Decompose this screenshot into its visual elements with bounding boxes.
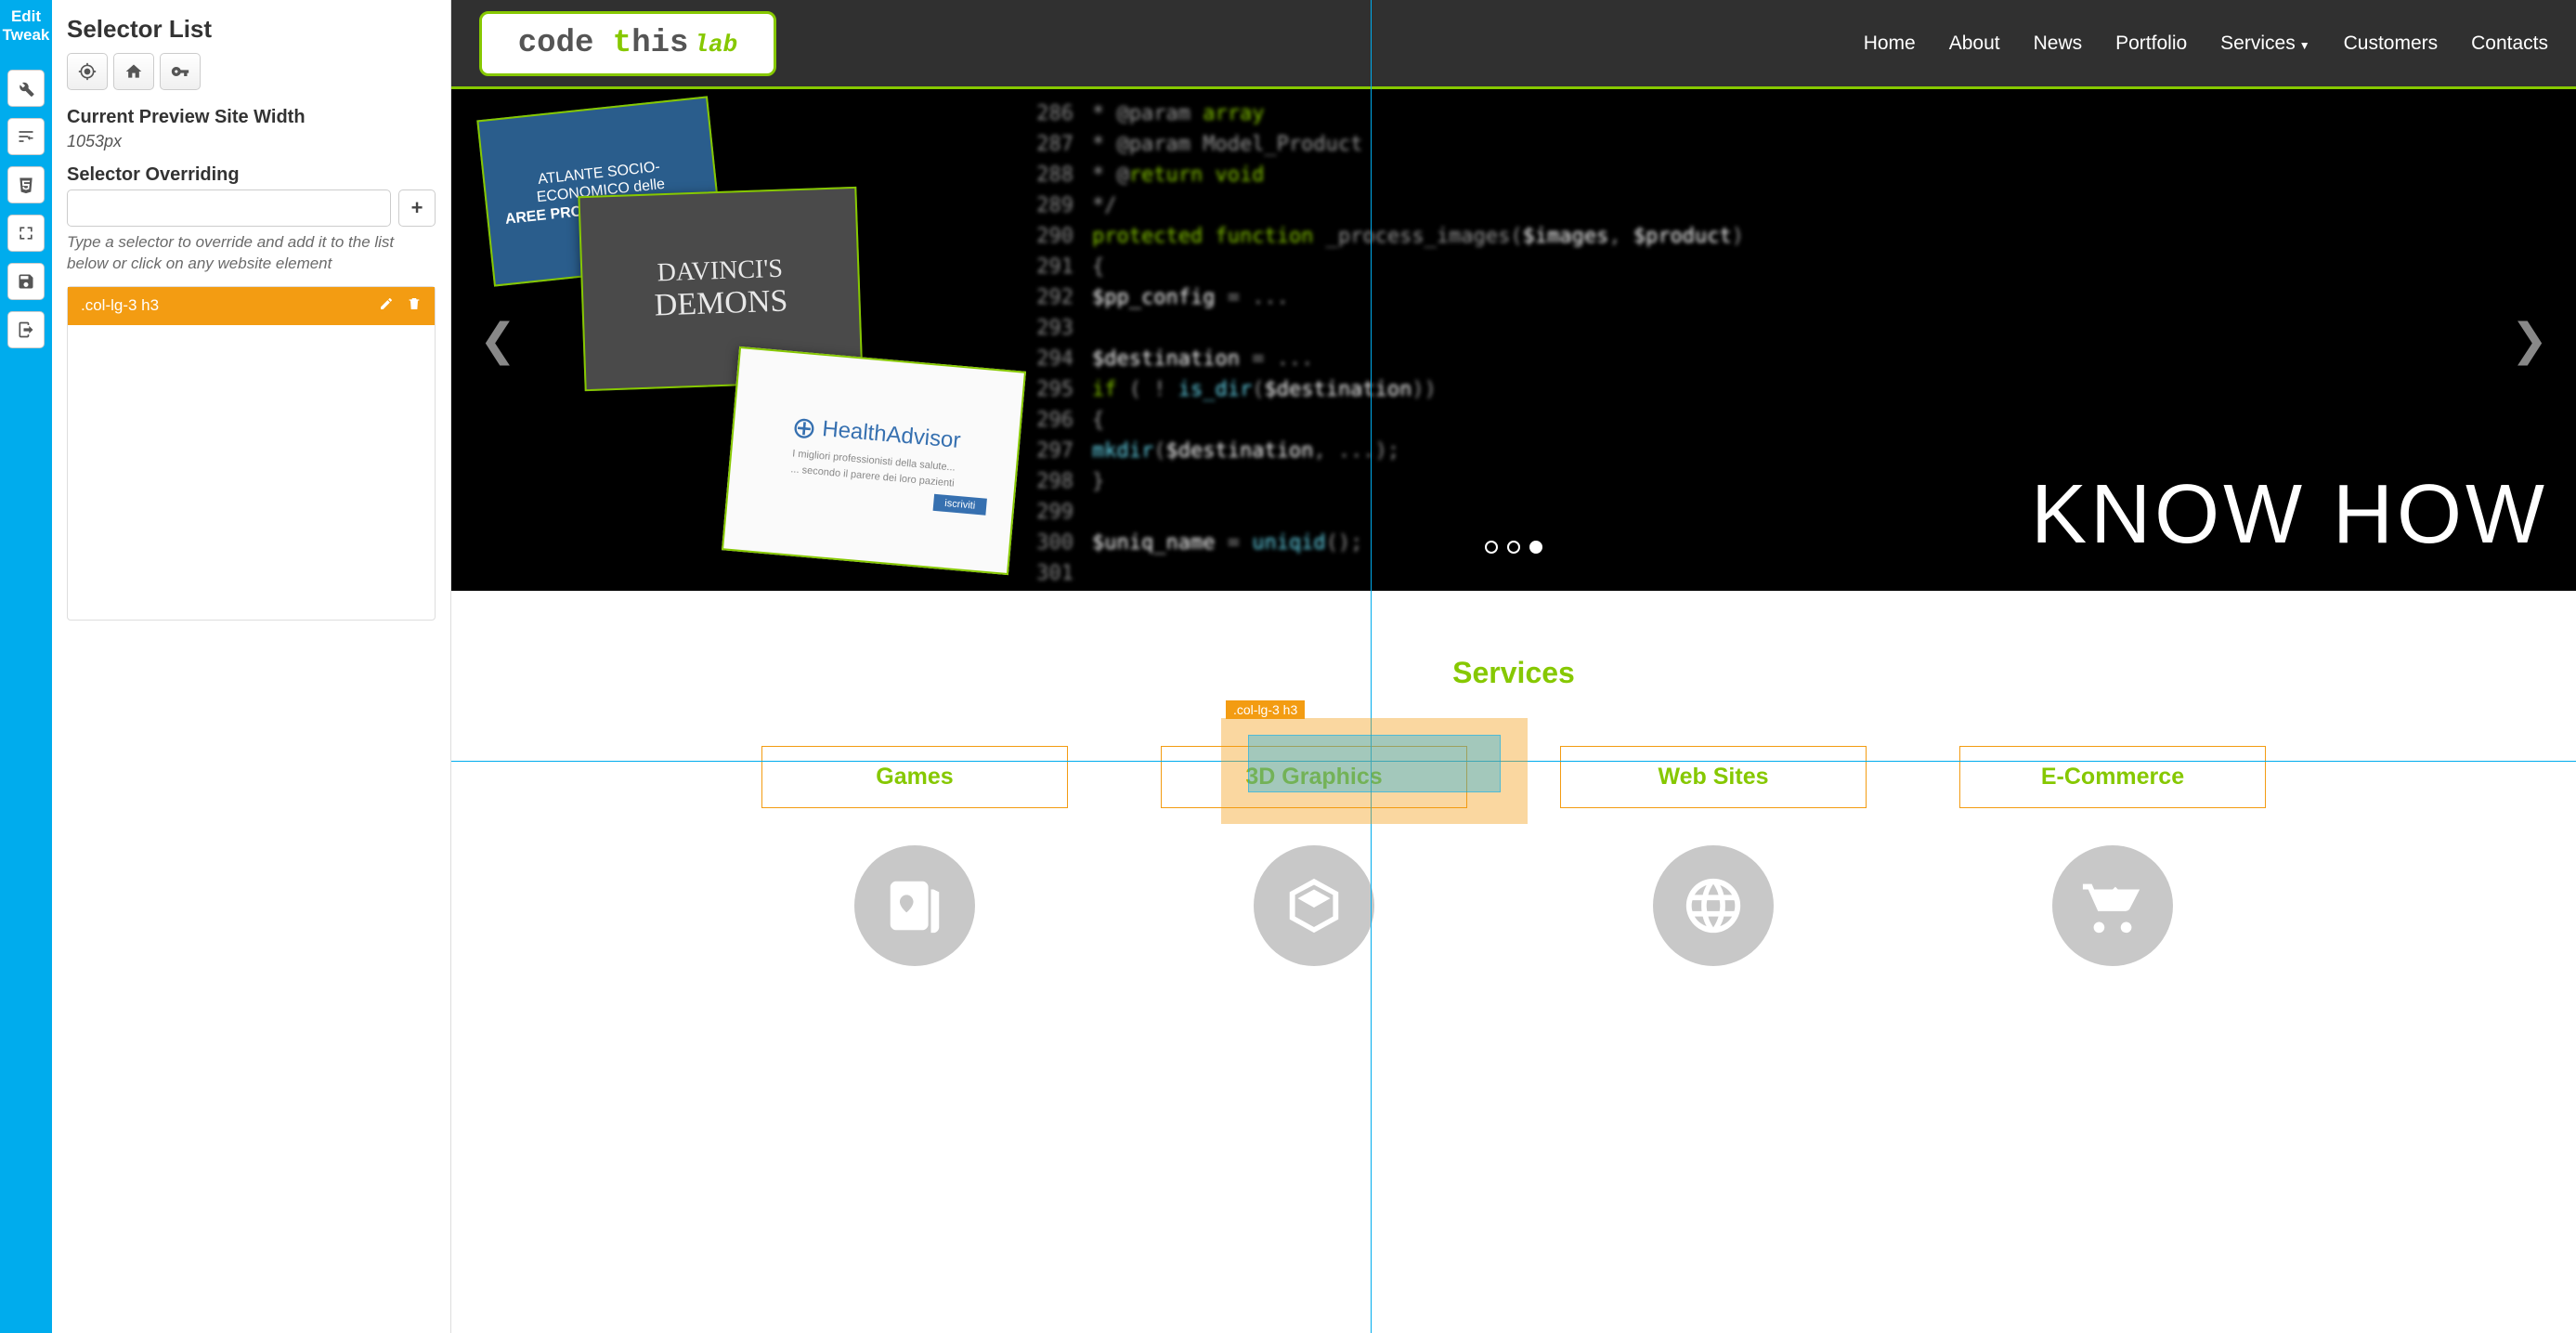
nav-contacts[interactable]: Contacts	[2471, 33, 2548, 55]
plus-icon: ⊕	[790, 409, 818, 446]
hero-artwork: ATLANTE SOCIO-ECONOMICO delle AREE PROTE…	[470, 98, 1046, 582]
logout-button[interactable]	[7, 311, 45, 348]
selector-panel: Selector List Current Preview Site Width…	[52, 0, 451, 1333]
hero-carousel: ❮ ❯ 286* @param array287* @param Model_P…	[451, 89, 2576, 591]
override-row: +	[67, 189, 436, 227]
css-button[interactable]	[7, 166, 45, 203]
carousel-dots	[1485, 541, 1542, 554]
web-icon-circle	[1653, 845, 1774, 966]
selector-item[interactable]: .col-lg-3 h3	[68, 287, 435, 325]
service-box-games[interactable]: Games	[761, 746, 1068, 808]
cart-icon	[2080, 873, 2145, 938]
logout-icon	[17, 320, 35, 339]
cube-icon	[1281, 873, 1347, 938]
globe-icon	[1681, 873, 1746, 938]
logo-text: code thislab	[518, 26, 737, 61]
preview-width-value: 1053px	[67, 132, 436, 151]
nav-services[interactable]: Services▼	[2220, 33, 2309, 55]
hero-title: KNOW HOW	[2031, 467, 2548, 563]
wrench-icon	[17, 79, 35, 98]
carousel-dot-2[interactable]	[1507, 541, 1520, 554]
home-icon	[124, 62, 143, 81]
logo-part-1: code	[518, 26, 594, 61]
carousel-dot-3[interactable]	[1529, 541, 1542, 554]
home-button[interactable]	[113, 53, 154, 90]
nav-portfolio[interactable]: Portfolio	[2115, 33, 2187, 55]
services-title: Services	[488, 656, 2539, 690]
nav-news[interactable]: News	[2034, 33, 2083, 55]
service-3d: 3D Graphics	[1161, 746, 1467, 966]
preview-frame: code thislab Home About News Portfolio S…	[451, 0, 2576, 1333]
site-logo[interactable]: code thislab	[479, 11, 776, 76]
cards-icon	[882, 873, 947, 938]
panel-title: Selector List	[67, 15, 436, 44]
tile-health: ⊕HealthAdvisor I migliori professionisti…	[722, 346, 1026, 575]
tile-2-line-1: DAVINCI'S	[657, 255, 783, 289]
selector-item-name: .col-lg-3 h3	[81, 296, 366, 315]
toolbar-title-l1: Edit	[3, 7, 50, 26]
crosshair-icon	[78, 62, 97, 81]
selector-list: .col-lg-3 h3	[67, 286, 436, 621]
service-ecommerce: E-Commerce	[1959, 746, 2266, 966]
nav-about[interactable]: About	[1949, 33, 2000, 55]
nav-links: Home About News Portfolio Services▼ Cust…	[1864, 33, 2548, 55]
service-games-title: Games	[772, 764, 1058, 791]
service-box-websites[interactable]: Web Sites	[1560, 746, 1867, 808]
service-box-ecommerce[interactable]: E-Commerce	[1959, 746, 2266, 808]
nav-customers[interactable]: Customers	[2344, 33, 2439, 55]
expand-button[interactable]	[7, 215, 45, 252]
service-3d-title: 3D Graphics	[1171, 764, 1457, 791]
override-help: Type a selector to override and add it t…	[67, 232, 436, 275]
edit-selector-button[interactable]	[379, 296, 394, 316]
override-label: Selector Overriding	[67, 164, 436, 186]
cart-icon-circle	[2052, 845, 2173, 966]
nav-services-label: Services	[2220, 33, 2296, 54]
save-icon	[17, 272, 35, 291]
app-root: Edit Tweak Selector List	[0, 0, 2576, 1333]
css3-icon	[17, 176, 35, 194]
delete-selector-button[interactable]	[407, 296, 422, 316]
logo-part-2: t	[613, 26, 631, 61]
services-grid: Games 3D Graphics Web Sites	[488, 746, 2539, 966]
service-websites-title: Web Sites	[1570, 764, 1856, 791]
preview-width-label: Current Preview Site Width	[67, 107, 436, 128]
add-selector-button[interactable]: +	[398, 189, 436, 227]
service-games: Games	[761, 746, 1068, 966]
selector-input[interactable]	[67, 189, 391, 227]
tile-3-cta: iscriviti	[933, 494, 987, 516]
site-navbar: code thislab Home About News Portfolio S…	[451, 0, 2576, 89]
save-button[interactable]	[7, 263, 45, 300]
3d-icon-circle	[1254, 845, 1374, 966]
key-button[interactable]	[160, 53, 201, 90]
carousel-dot-1[interactable]	[1485, 541, 1498, 554]
ruler-vertical	[1371, 0, 1372, 1333]
tile-3-title: HealthAdvisor	[821, 416, 961, 454]
service-websites: Web Sites	[1560, 746, 1867, 966]
toolbar-title-l2: Tweak	[3, 26, 50, 45]
target-button[interactable]	[67, 53, 108, 90]
services-section: Services Games 3D Graphics Web Sites	[451, 591, 2576, 1003]
games-icon-circle	[854, 845, 975, 966]
chevron-down-icon: ▼	[2299, 39, 2310, 52]
highlight-label: .col-lg-3 h3	[1226, 700, 1305, 719]
carousel-prev[interactable]: ❮	[470, 305, 526, 375]
logo-part-3: his	[631, 26, 688, 61]
ruler-horizontal	[451, 761, 2576, 762]
toolbar-strip: Edit Tweak	[0, 0, 52, 1333]
carousel-next[interactable]: ❯	[2502, 305, 2557, 375]
logo-lab: lab	[694, 31, 737, 59]
trash-icon	[407, 296, 422, 311]
sliders-button[interactable]	[7, 118, 45, 155]
service-box-3d[interactable]: 3D Graphics	[1161, 746, 1467, 808]
key-icon	[171, 62, 189, 81]
wrench-button[interactable]	[7, 70, 45, 107]
panel-actions	[67, 53, 436, 90]
expand-icon	[17, 224, 35, 242]
nav-home[interactable]: Home	[1864, 33, 1916, 55]
service-ecommerce-title: E-Commerce	[1970, 764, 2256, 791]
pencil-icon	[379, 296, 394, 311]
tile-2-line-2: DEMONS	[654, 283, 788, 323]
sliders-icon	[17, 127, 35, 146]
toolbar-title: Edit Tweak	[3, 7, 50, 44]
